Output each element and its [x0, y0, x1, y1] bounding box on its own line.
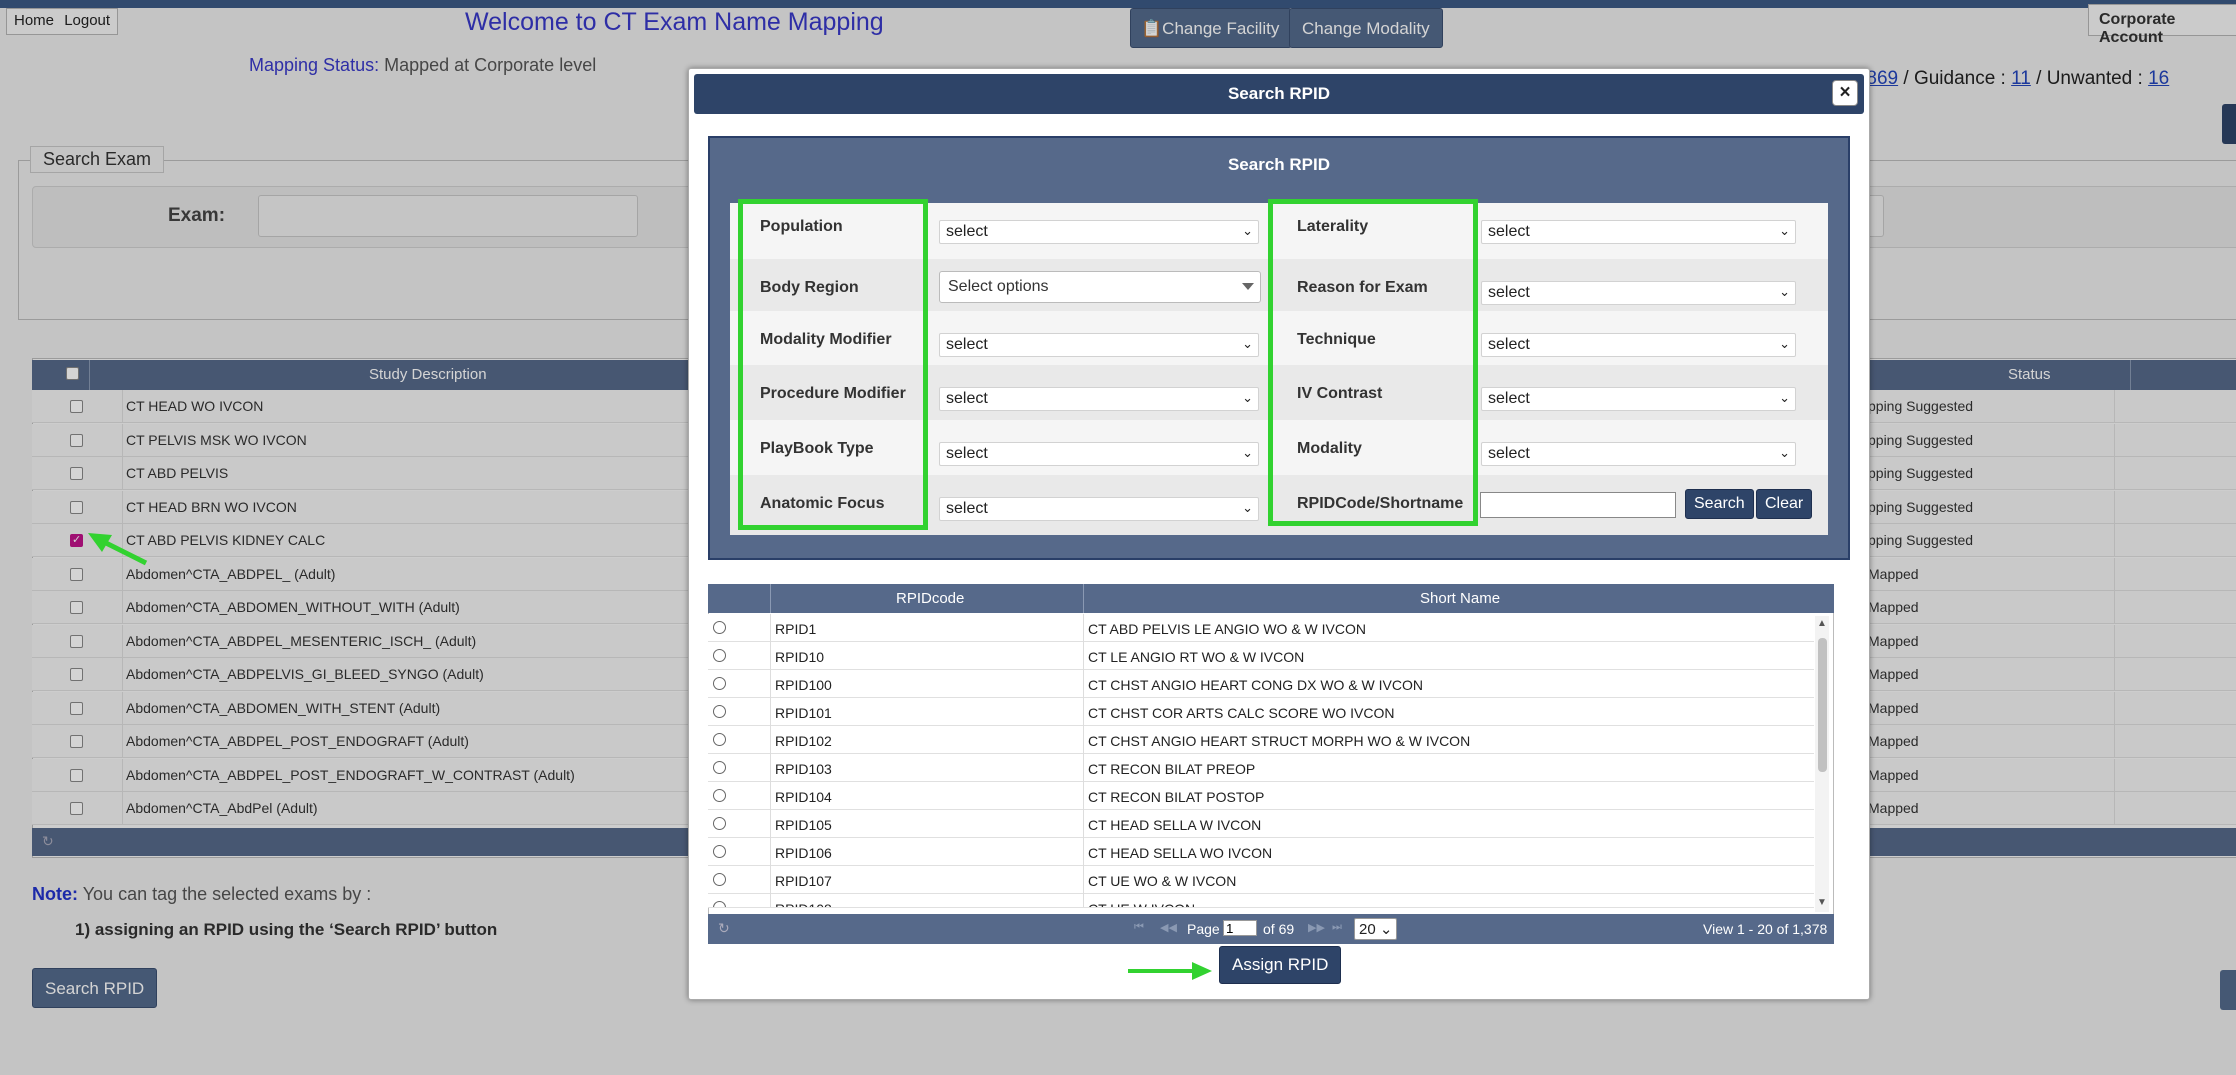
arrow-icon: [88, 533, 148, 566]
annotation-arrows: [88, 533, 1212, 980]
arrow-icon: [1128, 962, 1212, 980]
